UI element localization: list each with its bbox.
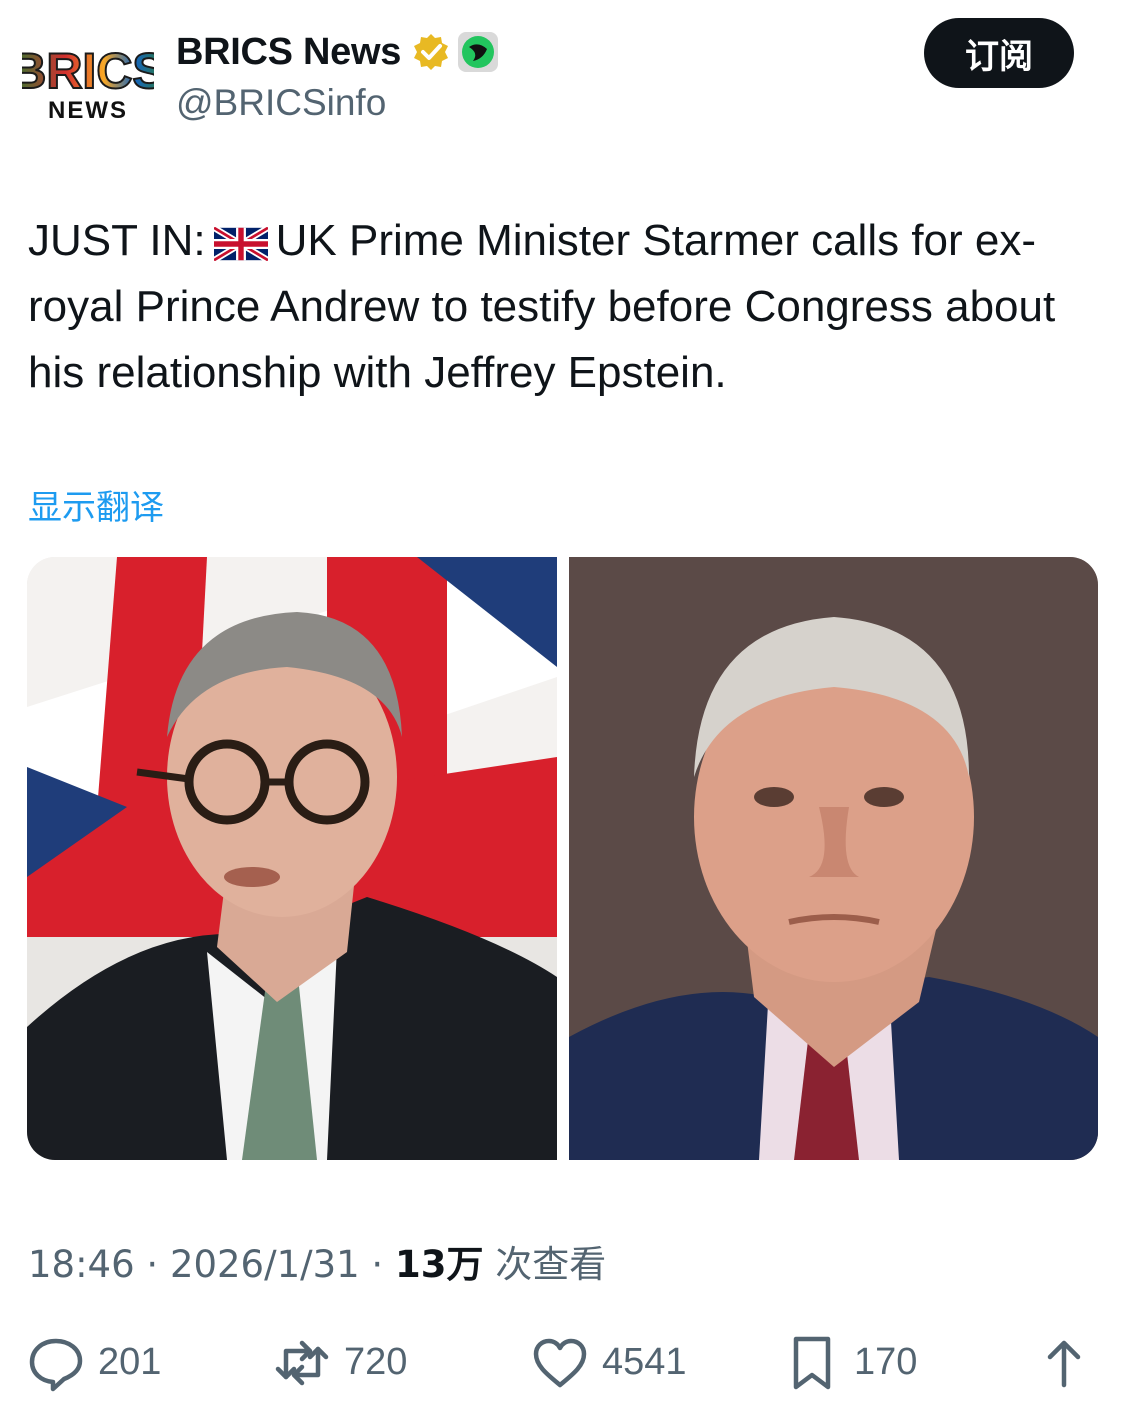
photo-andrew[interactable] (569, 557, 1098, 1160)
tweet-prefix: JUST IN: (28, 216, 206, 265)
tweet-media[interactable] (27, 557, 1098, 1160)
retweet-count: 720 (344, 1341, 408, 1383)
logo-text-top: BRICS (22, 43, 154, 99)
affiliate-badge-icon[interactable] (457, 31, 499, 73)
avatar[interactable]: BRICS NEWS (9, 28, 167, 128)
tweet-meta: 18:46 · 2026/1/31 · 13万 次查看 (28, 1234, 606, 1288)
tweet-detail: BRICS NEWS BRICS News @BRICSinfo 订阅 JUST… (0, 0, 1125, 1425)
subscribe-button[interactable]: 订阅 (924, 18, 1074, 88)
meta-separator: · (146, 1243, 159, 1286)
logo-text-bottom: NEWS (48, 97, 128, 124)
photo-starmer[interactable] (27, 557, 557, 1160)
heart-icon (533, 1338, 587, 1387)
tweet-time[interactable]: 18:46 (28, 1243, 135, 1286)
uk-flag-icon (213, 227, 268, 262)
author-name-row: BRICS News (176, 28, 499, 76)
views-label: 次查看 (495, 1243, 607, 1286)
tweet-date[interactable]: 2026/1/31 (170, 1243, 360, 1286)
action-bar: 201 720 4541 170 (0, 1325, 1125, 1400)
reply-icon (29, 1338, 83, 1391)
reply-button[interactable]: 201 (26, 1325, 161, 1400)
share-button[interactable] (1036, 1325, 1092, 1400)
show-translation-link[interactable]: 显示翻译 (28, 480, 164, 529)
author-handle[interactable]: @BRICSinfo (176, 82, 386, 124)
meta-separator: · (371, 1243, 384, 1286)
like-count: 4541 (602, 1341, 687, 1383)
share-icon (1047, 1340, 1081, 1387)
tweet-text: JUST IN: UK Prime Minister Starmer calls… (28, 208, 1108, 406)
verified-badge-icon[interactable] (411, 32, 451, 72)
bookmark-count: 170 (854, 1341, 918, 1383)
reply-count: 201 (98, 1341, 162, 1383)
retweet-button[interactable]: 720 (272, 1325, 407, 1400)
views-count: 13万 (394, 1243, 484, 1286)
bookmark-icon (793, 1336, 831, 1389)
display-name[interactable]: BRICS News (176, 31, 401, 74)
retweet-icon (275, 1340, 329, 1385)
like-button[interactable]: 4541 (530, 1325, 687, 1400)
bookmark-button[interactable]: 170 (782, 1325, 917, 1400)
